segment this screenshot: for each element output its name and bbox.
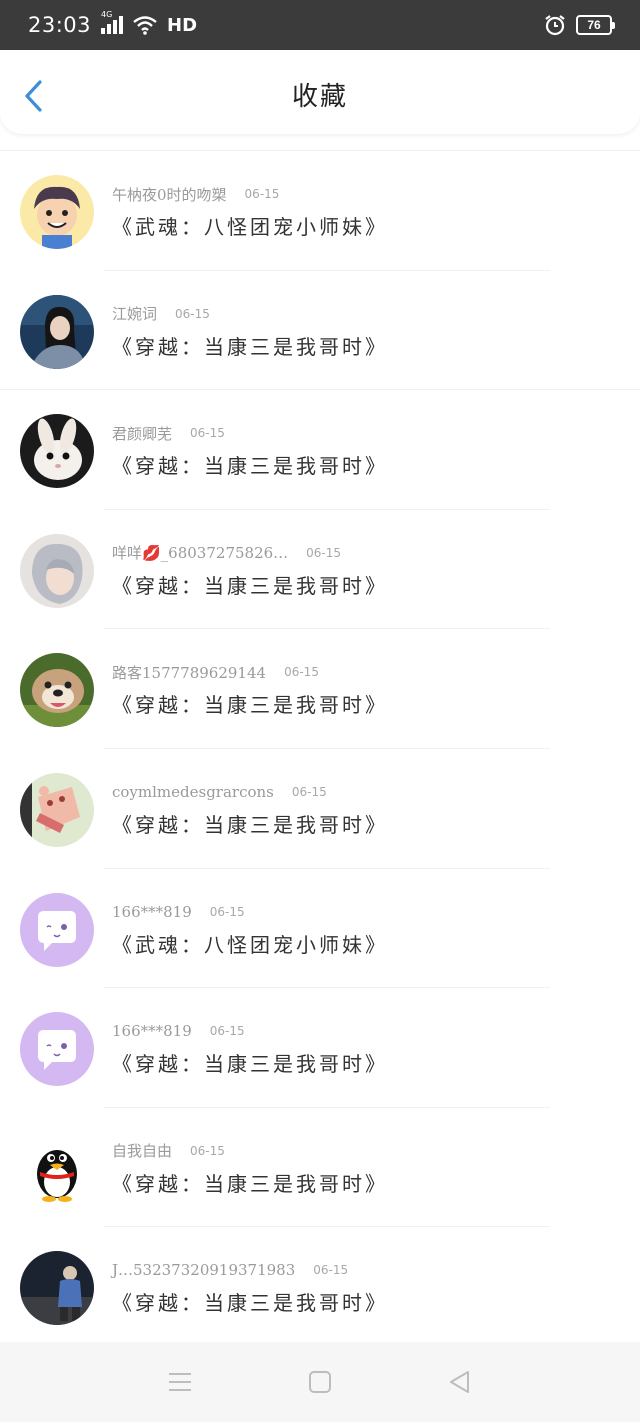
username[interactable]: 江婉词 <box>112 303 157 324</box>
item-meta: coymlmedesgrarcons 06-15 <box>112 781 327 803</box>
book-title[interactable]: 《穿越：当康三是我哥时》 <box>112 809 388 838</box>
hd-label: HD <box>167 14 198 36</box>
system-nav-bar <box>0 1342 640 1422</box>
avatar[interactable] <box>20 1131 94 1206</box>
list-item[interactable]: 路客1577789629144 06-15 《穿越：当康三是我哥时》 <box>0 629 640 749</box>
wifi-icon <box>133 16 157 35</box>
item-meta: 咩咩💋_68037275826… 06-15 <box>112 542 341 564</box>
date-label: 06-15 <box>306 545 342 560</box>
username[interactable]: 166***819 <box>112 1022 192 1040</box>
item-meta: 166***819 06-15 <box>112 901 245 923</box>
username[interactable]: 咩咩💋_68037275826… <box>112 542 288 563</box>
item-meta: 路客1577789629144 06-15 <box>112 661 319 683</box>
avatar[interactable] <box>20 294 94 369</box>
book-title[interactable]: 《穿越：当康三是我哥时》 <box>112 1287 388 1316</box>
list-item[interactable]: coymlmedesgrarcons 06-15 《穿越：当康三是我哥时》 <box>0 749 640 869</box>
item-meta: 自我自由 06-15 <box>112 1140 225 1162</box>
status-time: 23:03 <box>28 13 92 37</box>
date-label: 06-15 <box>244 187 280 201</box>
favorites-list: 午枘夜0时的吻槊 06-15 《武魂：八怪团宠小师妹》 江婉词 06-15 《穿越：当康三… <box>0 150 640 1347</box>
username[interactable]: 午枘夜0时的吻槊 <box>112 184 227 205</box>
status-left: 23:03 4G HD <box>28 10 198 37</box>
avatar[interactable] <box>20 772 94 847</box>
home-icon[interactable] <box>306 1368 334 1396</box>
list-item[interactable]: 自我自由 06-15 《穿越：当康三是我哥时》 <box>0 1108 640 1228</box>
book-title[interactable]: 《穿越：当康三是我哥时》 <box>112 450 388 479</box>
book-title[interactable]: 《武魂：八怪团宠小师妹》 <box>112 211 388 240</box>
username[interactable]: 路客1577789629144 <box>112 662 266 683</box>
item-meta: 君颜卿芜 06-15 <box>112 422 225 444</box>
book-title[interactable]: 《穿越：当康三是我哥时》 <box>112 689 388 718</box>
status-bar: 23:03 4G HD 76 <box>0 0 640 50</box>
list-item[interactable]: J…53237320919371983 06-15 《穿越：当康三是我哥时》 <box>0 1227 640 1347</box>
avatar[interactable] <box>20 1012 94 1087</box>
page-title: 收藏 <box>291 82 348 112</box>
date-label: 06-15 <box>175 306 210 321</box>
item-meta: 午枘夜0时的吻槊 06-15 <box>112 183 279 205</box>
nav-bar: 收藏 <box>0 50 640 134</box>
book-title[interactable]: 《穿越：当康三是我哥时》 <box>112 331 388 360</box>
alarm-icon <box>545 15 565 36</box>
username[interactable]: coymlmedesgrarcons <box>112 783 274 801</box>
avatar[interactable] <box>20 175 94 249</box>
list-item[interactable]: 君颜卿芜 06-15 《穿越：当康三是我哥时》 <box>0 390 640 510</box>
date-label: 06-15 <box>209 904 245 919</box>
book-title[interactable]: 《穿越：当康三是我哥时》 <box>112 570 388 599</box>
username[interactable]: 自我自由 <box>112 1140 172 1161</box>
battery-level: 76 <box>587 18 601 32</box>
list-item[interactable]: 166***819 06-15 《穿越：当康三是我哥时》 <box>0 988 640 1108</box>
item-meta: 166***819 06-15 <box>112 1020 245 1042</box>
list-item[interactable]: 午枘夜0时的吻槊 06-15 《武魂：八怪团宠小师妹》 <box>0 151 640 271</box>
list-item[interactable]: 江婉词 06-15 《穿越：当康三是我哥时》 <box>0 271 640 391</box>
date-label: 06-15 <box>313 1263 349 1278</box>
status-right: 76 <box>544 14 615 36</box>
list-item[interactable]: 咩咩💋_68037275826… 06-15 《穿越：当康三是我哥时》 <box>0 510 640 630</box>
book-title[interactable]: 《武魂：八怪团宠小师妹》 <box>112 929 388 958</box>
network-type: 4G <box>101 10 113 19</box>
avatar[interactable] <box>20 533 94 608</box>
avatar[interactable] <box>20 414 94 489</box>
list-item[interactable]: 166***819 06-15 《武魂：八怪团宠小师妹》 <box>0 869 640 989</box>
date-label: 06-15 <box>291 784 327 799</box>
book-title[interactable]: 《穿越：当康三是我哥时》 <box>112 1168 388 1197</box>
item-meta: J…53237320919371983 06-15 <box>112 1259 348 1281</box>
avatar[interactable] <box>20 892 94 967</box>
date-label: 06-15 <box>284 665 319 680</box>
avatar[interactable] <box>20 1251 94 1326</box>
book-title[interactable]: 《穿越：当康三是我哥时》 <box>112 1048 388 1077</box>
menu-icon[interactable] <box>166 1368 194 1396</box>
signal-icon: 4G <box>101 10 124 34</box>
battery-icon: 76 <box>576 15 615 35</box>
username[interactable]: J…53237320919371983 <box>112 1261 295 1279</box>
date-label: 06-15 <box>190 426 225 441</box>
date-label: 06-15 <box>209 1024 245 1039</box>
back-triangle-icon[interactable] <box>446 1368 474 1396</box>
username[interactable]: 166***819 <box>112 903 192 921</box>
avatar[interactable] <box>20 653 94 728</box>
item-meta: 江婉词 06-15 <box>112 303 210 325</box>
date-label: 06-15 <box>190 1143 225 1158</box>
username[interactable]: 君颜卿芜 <box>112 423 172 444</box>
